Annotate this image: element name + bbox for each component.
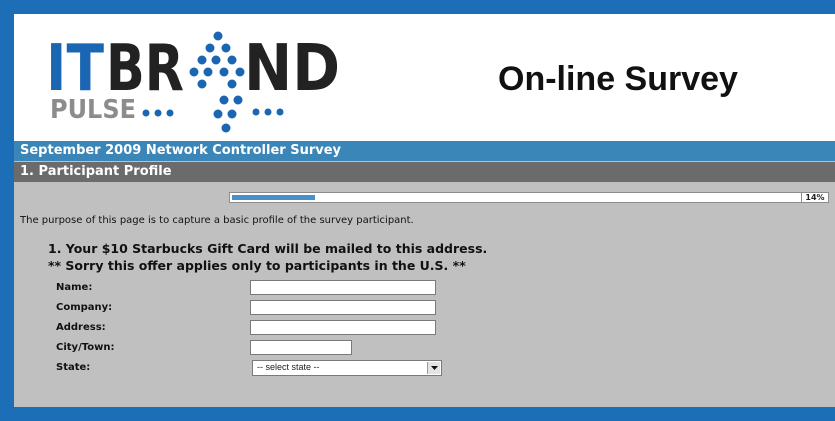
city-label: City/Town:: [56, 342, 115, 353]
progress-area: 14%: [14, 182, 835, 210]
company-field[interactable]: [250, 300, 436, 315]
itbrandpulse-logo: IT BR ND PULSE: [46, 31, 340, 133]
page-title: On-line Survey: [498, 60, 738, 98]
form-row-city: City/Town:: [14, 338, 835, 358]
logo-text-pulse: PULSE: [50, 95, 136, 125]
section-title-bar: 1. Participant Profile: [14, 162, 835, 182]
state-label: State:: [56, 362, 91, 373]
participant-form: Name: Company: Address: City/Town: State…: [14, 278, 835, 378]
state-select-value: -- select state --: [257, 362, 320, 372]
question-note: ** Sorry this offer applies only to part…: [48, 258, 466, 273]
logo-text-nd: ND: [244, 32, 340, 106]
question-heading: 1. Your $10 Starbucks Gift Card will be …: [14, 240, 835, 274]
survey-title-bar: September 2009 Network Controller Survey: [14, 141, 835, 161]
name-label: Name:: [56, 282, 93, 293]
chevron-down-icon[interactable]: [427, 362, 440, 374]
address-field[interactable]: [250, 320, 436, 335]
form-row-name: Name:: [14, 278, 835, 298]
progress-bar-fill: [232, 195, 315, 200]
state-select[interactable]: -- select state --: [252, 360, 442, 376]
form-row-address: Address:: [14, 318, 835, 338]
form-row-company: Company:: [14, 298, 835, 318]
progress-bar: 14%: [229, 192, 829, 203]
top-notch: [400, 0, 428, 14]
city-field[interactable]: [250, 340, 352, 355]
form-row-state: State: -- select state --: [14, 358, 835, 378]
question-title: 1. Your $10 Starbucks Gift Card will be …: [48, 241, 488, 256]
page-frame: IT BR ND PULSE On-line Survey September …: [14, 14, 835, 407]
header: IT BR ND PULSE On-line Survey: [14, 14, 835, 141]
page-intro-text: The purpose of this page is to capture a…: [20, 215, 414, 226]
progress-percent-label: 14%: [801, 193, 828, 202]
name-field[interactable]: [250, 280, 436, 295]
company-label: Company:: [56, 302, 113, 313]
address-label: Address:: [56, 322, 106, 333]
